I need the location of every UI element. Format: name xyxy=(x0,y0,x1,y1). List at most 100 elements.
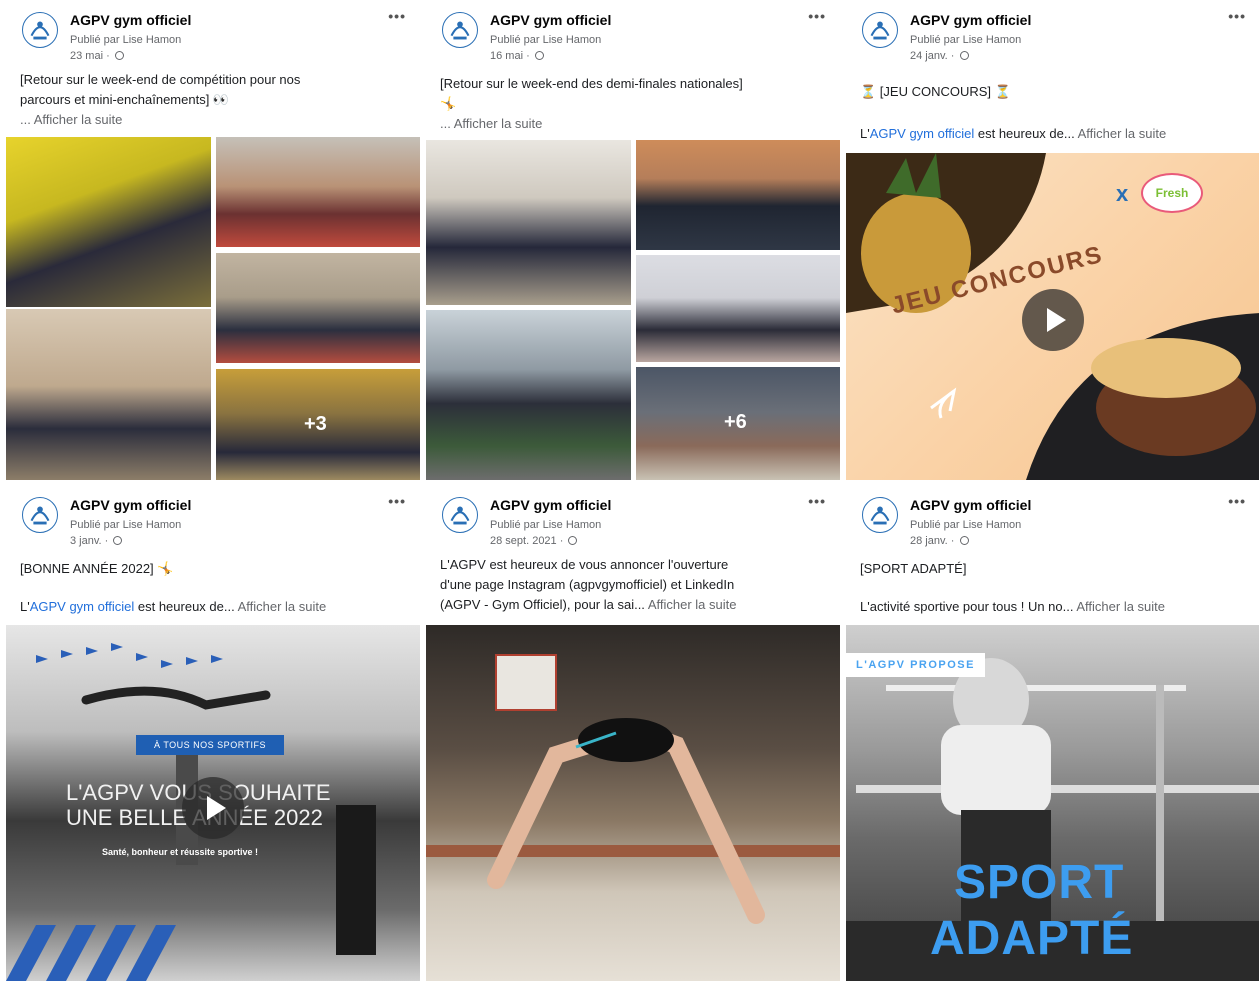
post-date[interactable]: 3 janv. · xyxy=(70,535,123,547)
agpv-logo-icon[interactable] xyxy=(442,497,478,533)
sport-adapte-title-2: ADAPTÉ xyxy=(930,912,1134,965)
post-author[interactable]: AGPV gym officiel xyxy=(70,497,191,513)
post-text: L'AGPV est heureux de vous annoncer l'ou… xyxy=(440,555,820,615)
globe-icon xyxy=(959,536,969,545)
see-more-link[interactable]: Afficher la suite xyxy=(235,599,327,614)
photo-sport-adapte[interactable]: L'AGPV PROPOSE SPORT ADAPTÉ xyxy=(846,625,1259,981)
play-icon[interactable] xyxy=(1022,289,1084,351)
text-prefix: L' xyxy=(860,126,870,141)
post-card-1: AGPV gym officiel Publié par Lise Hamon … xyxy=(0,0,420,480)
post-card-3: AGPV gym officiel Publié par Lise Hamon … xyxy=(840,0,1259,480)
post-publisher[interactable]: Publié par Lise Hamon xyxy=(490,519,601,531)
text-body: est heureux de... xyxy=(974,126,1075,141)
post-date-text[interactable]: 16 mai · xyxy=(490,50,530,62)
more-options-icon[interactable]: ••• xyxy=(388,493,406,509)
greeting-subtitle: Santé, bonheur et réussite sportive ! xyxy=(102,847,259,857)
video-contest-image[interactable]: x Fresh JEU CONCOURS xyxy=(846,153,1259,480)
post-header: AGPV gym officiel Publié par Lise Hamon … xyxy=(858,8,1250,68)
extra-photos-count[interactable]: +6 xyxy=(724,411,747,434)
post-text-line: [Retour sur le week-end des demi-finales… xyxy=(440,76,743,91)
post-date-text[interactable]: 23 mai · xyxy=(70,50,110,62)
post-date-text[interactable]: 28 sept. 2021 · xyxy=(490,535,563,547)
post-text-second: L'AGPV gym officiel est heureux de... Af… xyxy=(860,124,1240,144)
post-author[interactable]: AGPV gym officiel xyxy=(910,12,1031,28)
agpv-logo-icon[interactable] xyxy=(22,12,58,48)
see-more-link[interactable]: Afficher la suite xyxy=(1075,126,1167,141)
agpv-logo-icon[interactable] xyxy=(862,12,898,48)
photo-collage[interactable]: +3 xyxy=(6,137,420,480)
post-card-2: AGPV gym officiel Publié par Lise Hamon … xyxy=(420,0,840,480)
more-options-icon[interactable]: ••• xyxy=(388,8,406,24)
post-author[interactable]: AGPV gym officiel xyxy=(910,497,1031,513)
extra-photos-count[interactable]: +3 xyxy=(304,413,327,436)
post-author[interactable]: AGPV gym officiel xyxy=(490,497,611,513)
post-text-line: L'AGPV est heureux de vous annoncer l'ou… xyxy=(440,557,729,572)
post-date[interactable]: 23 mai · xyxy=(70,50,124,62)
post-date-text[interactable]: 24 janv. · xyxy=(910,50,954,62)
agpv-logo-icon[interactable] xyxy=(22,497,58,533)
post-publisher[interactable]: Publié par Lise Hamon xyxy=(910,519,1021,531)
post-text-line: parcours et mini-enchaînements] 👀 xyxy=(20,92,230,107)
page-mention-link[interactable]: AGPV gym officiel xyxy=(30,599,135,614)
photo-two-gymnasts[interactable] xyxy=(636,140,840,250)
post-text-line: d'une page Instagram (agpvgymofficiel) e… xyxy=(440,577,735,592)
photo-gymnasts-yellow-wall[interactable] xyxy=(6,137,211,307)
globe-icon xyxy=(568,536,578,545)
post-header: AGPV gym officiel Publié par Lise Hamon … xyxy=(438,493,830,553)
post-text: ⏳ [JEU CONCOURS] ⏳ xyxy=(860,82,1240,102)
photo-team-group[interactable] xyxy=(426,140,631,305)
photo-collage[interactable]: +6 xyxy=(426,140,840,480)
play-icon[interactable] xyxy=(182,777,244,839)
see-more-link[interactable]: ... Afficher la suite xyxy=(440,114,820,134)
post-text-line: (AGPV - Gym Officiel), pour la sai... xyxy=(440,597,645,612)
photo-more-overlay[interactable]: +6 xyxy=(636,367,840,480)
post-text-line: L'activité sportive pour tous ! Un no... xyxy=(860,599,1074,614)
brand-logo: Fresh xyxy=(1141,173,1203,213)
agpv-logo-icon[interactable] xyxy=(442,12,478,48)
sport-adapte-title-1: SPORT xyxy=(954,856,1125,909)
post-text: [Retour sur le week-end de compétition p… xyxy=(20,70,400,130)
post-header: AGPV gym officiel Publié par Lise Hamon … xyxy=(18,493,410,553)
more-options-icon[interactable]: ••• xyxy=(1228,493,1246,509)
post-date-text[interactable]: 28 janv. · xyxy=(910,535,954,547)
post-publisher[interactable]: Publié par Lise Hamon xyxy=(70,519,181,531)
photo-podium[interactable] xyxy=(216,137,420,247)
post-header: AGPV gym officiel Publié par Lise Hamon … xyxy=(858,493,1250,553)
photo-gymnast-jump[interactable] xyxy=(426,625,840,981)
text-body: est heureux de... xyxy=(134,599,235,614)
text-prefix: L' xyxy=(20,599,30,614)
post-date[interactable]: 28 janv. · xyxy=(910,535,969,547)
post-text-line: 🤸 xyxy=(440,96,457,111)
post-author[interactable]: AGPV gym officiel xyxy=(70,12,191,28)
more-options-icon[interactable]: ••• xyxy=(808,8,826,24)
photo-team-line[interactable] xyxy=(636,255,840,362)
photo-outdoor-group[interactable] xyxy=(426,310,631,480)
post-date[interactable]: 24 janv. · xyxy=(910,50,969,62)
post-text-second: L'activité sportive pour tous ! Un no...… xyxy=(860,597,1240,617)
post-date[interactable]: 16 mai · xyxy=(490,50,544,62)
more-options-icon[interactable]: ••• xyxy=(1228,8,1246,24)
photo-team-group[interactable] xyxy=(6,309,211,480)
post-date-text[interactable]: 3 janv. · xyxy=(70,535,108,547)
post-text: [SPORT ADAPTÉ] xyxy=(860,559,1240,579)
post-publisher[interactable]: Publié par Lise Hamon xyxy=(70,34,181,46)
post-text: [Retour sur le week-end des demi-finales… xyxy=(440,74,820,134)
post-header: AGPV gym officiel Publié par Lise Hamon … xyxy=(18,8,410,68)
see-more-link[interactable]: ... Afficher la suite xyxy=(20,110,400,130)
photo-more-overlay[interactable]: +3 xyxy=(216,369,420,480)
globe-icon xyxy=(959,51,969,60)
see-more-link[interactable]: Afficher la suite xyxy=(1073,599,1165,614)
photo-team-mats[interactable] xyxy=(216,253,420,363)
post-author[interactable]: AGPV gym officiel xyxy=(490,12,611,28)
video-new-year-image[interactable]: À TOUS NOS SPORTIFS L'AGPV VOUS SOUHAITE… xyxy=(6,625,420,981)
page-mention-link[interactable]: AGPV gym officiel xyxy=(870,126,975,141)
post-text-line: [SPORT ADAPTÉ] xyxy=(860,561,967,576)
post-publisher[interactable]: Publié par Lise Hamon xyxy=(910,34,1021,46)
post-date[interactable]: 28 sept. 2021 · xyxy=(490,535,578,547)
globe-icon xyxy=(113,536,123,545)
post-card-6: AGPV gym officiel Publié par Lise Hamon … xyxy=(840,485,1259,981)
more-options-icon[interactable]: ••• xyxy=(808,493,826,509)
post-publisher[interactable]: Publié par Lise Hamon xyxy=(490,34,601,46)
agpv-logo-icon[interactable] xyxy=(862,497,898,533)
see-more-link[interactable]: Afficher la suite xyxy=(645,597,737,612)
